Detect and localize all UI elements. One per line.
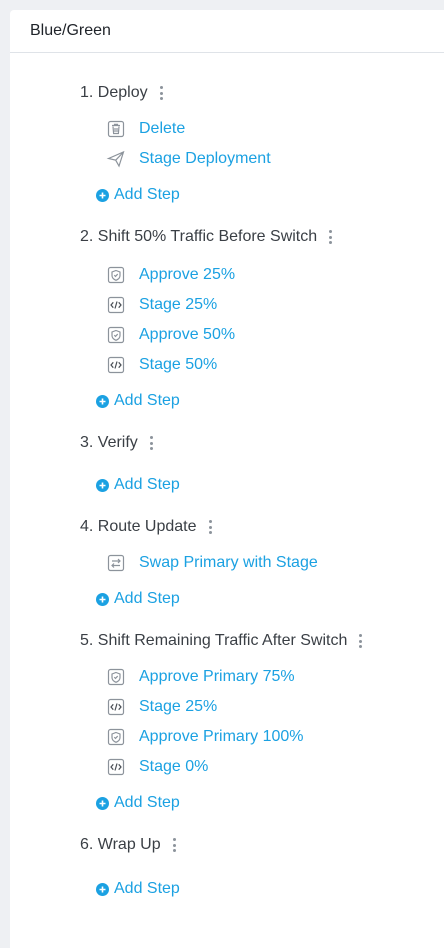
kebab-menu-icon[interactable] <box>149 436 153 450</box>
plus-circle-icon <box>96 188 109 202</box>
step-swap-primary-with-stage[interactable]: Swap Primary with Stage <box>106 553 318 573</box>
phase-title-label: 5. Shift Remaining Traffic After Switch <box>80 632 348 649</box>
step-delete[interactable]: Delete <box>106 119 185 139</box>
step-label: Approve Primary 100% <box>139 728 304 745</box>
code-icon <box>106 757 126 777</box>
step-label: Stage 25% <box>139 698 218 715</box>
approval-shield-icon <box>106 667 126 687</box>
step-label: Stage 0% <box>139 758 209 775</box>
approval-shield-icon <box>106 727 126 747</box>
add-step-button[interactable]: Add Step <box>96 794 180 812</box>
phase-title: 1. Deploy <box>80 84 163 102</box>
approval-shield-icon <box>106 325 126 345</box>
add-step-button[interactable]: Add Step <box>96 476 180 494</box>
step-label: Approve Primary 75% <box>139 668 295 685</box>
approval-shield-icon <box>106 265 126 285</box>
step-label: Stage 50% <box>139 356 218 373</box>
phase-title: 5. Shift Remaining Traffic After Switch <box>80 632 363 650</box>
phase-title-label: 1. Deploy <box>80 84 148 101</box>
step-stage-25[interactable]: Stage 25% <box>106 697 217 717</box>
plus-circle-icon <box>96 592 109 606</box>
step-stage-25[interactable]: Stage 25% <box>106 295 217 315</box>
code-icon <box>106 697 126 717</box>
step-approve-50[interactable]: Approve 50% <box>106 325 235 345</box>
add-step-label: Add Step <box>114 392 180 409</box>
step-stage-deployment[interactable]: Stage Deployment <box>106 149 271 169</box>
paper-plane-icon <box>106 149 126 169</box>
phase-title: 6. Wrap Up <box>80 836 176 854</box>
add-step-button[interactable]: Add Step <box>96 186 180 204</box>
plus-circle-icon <box>96 882 109 896</box>
plus-circle-icon <box>96 796 109 810</box>
trash-icon <box>106 119 126 139</box>
step-stage-0[interactable]: Stage 0% <box>106 757 208 777</box>
step-label: Approve 50% <box>139 326 236 343</box>
add-step-label: Add Step <box>114 186 180 203</box>
phase-title: 3. Verify <box>80 434 153 452</box>
code-icon <box>106 355 126 375</box>
panel-header: Blue/Green <box>10 10 444 53</box>
step-approve-primary-100[interactable]: Approve Primary 100% <box>106 727 304 747</box>
phase-title: 4. Route Update <box>80 518 212 536</box>
kebab-menu-icon[interactable] <box>208 520 212 534</box>
add-step-label: Add Step <box>114 590 180 607</box>
step-label: Stage 25% <box>139 296 218 313</box>
kebab-menu-icon[interactable] <box>329 230 333 244</box>
add-step-label: Add Step <box>114 476 180 493</box>
step-label: Swap Primary with Stage <box>139 554 318 571</box>
add-step-button[interactable]: Add Step <box>96 880 180 898</box>
step-stage-50[interactable]: Stage 50% <box>106 355 217 375</box>
step-label: Approve 25% <box>139 266 236 283</box>
phase-title-label: 4. Route Update <box>80 518 197 535</box>
kebab-menu-icon[interactable] <box>159 86 163 100</box>
plus-circle-icon <box>96 478 109 492</box>
code-icon <box>106 295 126 315</box>
phase-title: 2. Shift 50% Traffic Before Switch <box>80 228 333 246</box>
add-step-label: Add Step <box>114 794 180 811</box>
step-approve-primary-75[interactable]: Approve Primary 75% <box>106 667 295 687</box>
add-step-button[interactable]: Add Step <box>96 590 180 608</box>
plus-circle-icon <box>96 394 109 408</box>
phase-title-label: 3. Verify <box>80 434 138 451</box>
kebab-menu-icon[interactable] <box>359 634 363 648</box>
kebab-menu-icon[interactable] <box>172 838 176 852</box>
page-title: Blue/Green <box>30 22 111 39</box>
swap-arrows-icon <box>106 553 126 573</box>
add-step-button[interactable]: Add Step <box>96 392 180 410</box>
step-label: Stage Deployment <box>139 150 271 167</box>
add-step-label: Add Step <box>114 880 180 897</box>
step-approve-25[interactable]: Approve 25% <box>106 265 235 285</box>
workflow-panel: Blue/Green 1. Deploy Delete Stage Deployme… <box>10 10 444 948</box>
step-label: Delete <box>139 120 186 137</box>
phase-title-label: 2. Shift 50% Traffic Before Switch <box>80 228 318 245</box>
phase-title-label: 6. Wrap Up <box>80 836 161 853</box>
